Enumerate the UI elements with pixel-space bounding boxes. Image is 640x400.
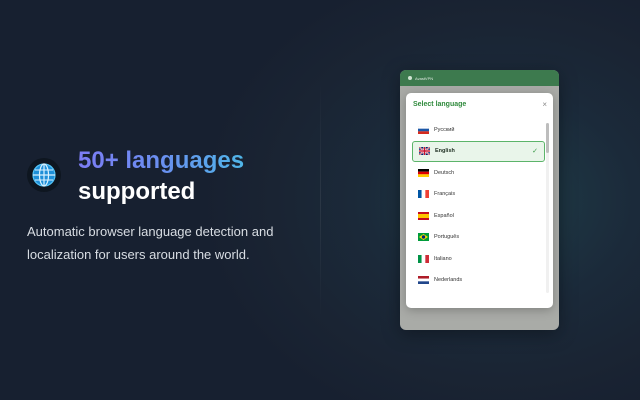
- uk-flag-icon: [419, 147, 430, 156]
- language-label: Deutsch: [434, 169, 455, 176]
- language-item-german[interactable]: Deutsch: [412, 162, 545, 184]
- language-item-french[interactable]: Français: [412, 184, 545, 206]
- nl-flag-icon: [418, 276, 429, 285]
- app-header: AvastVPN: [400, 70, 559, 86]
- language-label: Italiano: [434, 255, 452, 262]
- fr-flag-icon: [418, 190, 429, 199]
- modal-title: Select language: [413, 101, 467, 108]
- globe-icon: [32, 163, 56, 187]
- app-title: AvastVPN: [415, 75, 434, 81]
- language-item-italian[interactable]: Italiano: [412, 248, 545, 270]
- language-item-dutch[interactable]: Nederlands: [412, 270, 545, 292]
- language-modal: Select language × Русский English ✓ Deut…: [406, 93, 553, 308]
- language-item-portuguese[interactable]: Português: [412, 227, 545, 249]
- section-divider: [320, 80, 321, 320]
- close-icon[interactable]: ×: [542, 101, 547, 109]
- it-flag-icon: [418, 254, 429, 263]
- globe-badge: [27, 158, 61, 192]
- headline-accent: 50+ languages: [78, 147, 245, 174]
- language-item-spanish[interactable]: Español: [412, 205, 545, 227]
- language-label: Русский: [434, 126, 455, 133]
- check-icon: ✓: [532, 148, 538, 156]
- scrollbar-thumb[interactable]: [546, 123, 549, 153]
- language-label: Português: [434, 234, 460, 241]
- language-list: Русский English ✓ Deutsch Français Españ…: [412, 119, 545, 291]
- app-logo-icon: [408, 76, 412, 80]
- language-list-scrollbar[interactable]: [546, 123, 549, 293]
- headline-rest: supported: [78, 178, 196, 205]
- promo-description: Automatic browser language detection and…: [27, 224, 274, 262]
- de-flag-icon: [418, 168, 429, 177]
- br-flag-icon: [418, 233, 429, 242]
- headline: 50+ languages supported: [78, 145, 244, 207]
- language-label: Nederlands: [434, 277, 463, 284]
- language-label: Français: [434, 191, 456, 198]
- language-label: Español: [434, 212, 454, 219]
- language-item-english[interactable]: English ✓: [412, 140, 545, 162]
- es-flag-icon: [418, 211, 429, 220]
- language-item-russian[interactable]: Русский: [412, 119, 545, 141]
- language-label: English: [435, 148, 455, 155]
- ru-flag-icon: [418, 125, 429, 134]
